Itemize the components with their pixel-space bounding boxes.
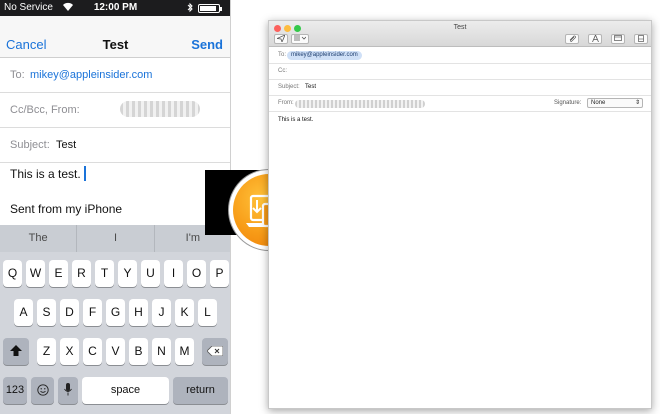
mac-to-label: To: [278, 52, 287, 58]
signature-label: Signature: [554, 100, 582, 106]
suggestion-2[interactable]: I [77, 225, 155, 252]
cc-bcc-from-field[interactable]: Cc/Bcc, From: [0, 93, 230, 128]
bluetooth-icon [187, 2, 193, 16]
key-q[interactable]: Q [3, 260, 22, 287]
key-z[interactable]: Z [37, 338, 56, 365]
battery-icon [198, 4, 222, 13]
key-o[interactable]: O [187, 260, 206, 287]
cc-bcc-from-label: Cc/Bcc, From: [10, 104, 80, 116]
signature-text: Sent from my iPhone [10, 202, 123, 216]
stationery-icon [638, 35, 644, 42]
delete-key[interactable] [202, 338, 228, 365]
delete-backspace-icon [206, 345, 224, 357]
mac-subject-field[interactable]: Subject: Test [269, 80, 651, 96]
mac-to-field[interactable]: To: mikey@appleinsider.com [269, 48, 651, 64]
send-button[interactable]: Send [191, 37, 223, 52]
compose-nav-bar: Cancel Test Send [0, 16, 230, 58]
key-l[interactable]: L [198, 299, 217, 326]
paperclip-icon [569, 35, 576, 42]
mac-from-row: From: Signature: None ⇕ [269, 96, 651, 112]
key-c[interactable]: C [83, 338, 102, 365]
text-cursor [83, 166, 86, 181]
to-label: To: [10, 69, 25, 81]
space-key[interactable]: space [82, 377, 169, 404]
key-t[interactable]: T [95, 260, 114, 287]
send-toolbar-button[interactable] [274, 34, 288, 44]
window-titlebar: Test [269, 21, 651, 47]
key-r[interactable]: R [72, 260, 91, 287]
to-field[interactable]: To: mikey@appleinsider.com [0, 58, 230, 93]
key-f[interactable]: F [83, 299, 102, 326]
header-fields-toolbar-button[interactable] [291, 34, 309, 44]
keyboard: Q W E R T Y U I O P A S D F G H J K L Z … [0, 252, 230, 414]
shift-arrow-icon [10, 345, 22, 356]
key-y[interactable]: Y [118, 260, 137, 287]
key-a[interactable]: A [14, 299, 33, 326]
format-toolbar-button[interactable] [588, 33, 602, 44]
dictation-key[interactable] [58, 377, 78, 404]
key-i[interactable]: I [164, 260, 183, 287]
to-recipient[interactable]: mikey@appleinsider.com [30, 69, 152, 81]
numbers-key[interactable]: 123 [3, 377, 27, 404]
paper-plane-icon [275, 34, 286, 44]
key-e[interactable]: E [49, 260, 68, 287]
mac-cc-label: Cc: [278, 68, 287, 74]
status-bar: No Service 12:00 PM [0, 0, 230, 16]
quicktype-bar: The I I'm [0, 225, 230, 252]
mac-to-recipient-token[interactable]: mikey@appleinsider.com [287, 51, 362, 60]
attach-toolbar-button[interactable] [565, 34, 579, 44]
key-n[interactable]: N [152, 338, 171, 365]
key-h[interactable]: H [129, 299, 148, 326]
key-d[interactable]: D [60, 299, 79, 326]
emoji-key[interactable] [31, 377, 54, 404]
font-format-icon [591, 33, 599, 43]
key-g[interactable]: G [106, 299, 125, 326]
signature-select[interactable]: None ⇕ [587, 98, 643, 108]
return-key[interactable]: return [173, 377, 228, 404]
key-j[interactable]: J [152, 299, 171, 326]
key-m[interactable]: M [175, 338, 194, 365]
chevron-updown-icon: ⇕ [634, 100, 640, 106]
window-title: Test [453, 24, 467, 31]
list-options-icon [294, 35, 307, 41]
microphone-icon [64, 383, 72, 396]
key-w[interactable]: W [26, 260, 45, 287]
mac-subject-label: Subject: [278, 84, 300, 90]
signature-select-value: None [591, 100, 606, 106]
stationery-toolbar-button[interactable] [634, 34, 648, 44]
message-body-text: This is a test. [10, 167, 81, 181]
key-v[interactable]: V [106, 338, 125, 365]
key-k[interactable]: K [175, 299, 194, 326]
subject-label: Subject: [10, 139, 50, 151]
key-u[interactable]: U [141, 260, 160, 287]
status-time: 12:00 PM [93, 2, 138, 13]
subject-value[interactable]: Test [56, 139, 76, 151]
mac-subject-value[interactable]: Test [305, 84, 316, 90]
photo-browser-icon [614, 35, 622, 41]
redacted-from-address [120, 101, 200, 117]
mac-cc-field[interactable]: Cc: [269, 64, 651, 80]
key-x[interactable]: X [60, 338, 79, 365]
mac-mail-compose-window: Test To: mikey@appleinsider.com Cc: Subj… [268, 20, 652, 409]
photo-browser-toolbar-button[interactable] [611, 34, 625, 44]
shift-key[interactable] [3, 338, 29, 365]
redacted-from-address [295, 100, 425, 108]
subject-field[interactable]: Subject: Test [0, 128, 230, 163]
emoji-smiley-icon [36, 384, 49, 396]
iphone-mail-compose: No Service 12:00 PM Cancel Test Send To:… [0, 0, 231, 414]
key-s[interactable]: S [37, 299, 56, 326]
key-b[interactable]: B [129, 338, 148, 365]
suggestion-1[interactable]: The [0, 225, 78, 252]
mac-from-label: From: [278, 100, 294, 106]
message-body[interactable]: This is a test. [10, 166, 86, 181]
mac-message-body[interactable]: This is a test. [278, 117, 313, 123]
